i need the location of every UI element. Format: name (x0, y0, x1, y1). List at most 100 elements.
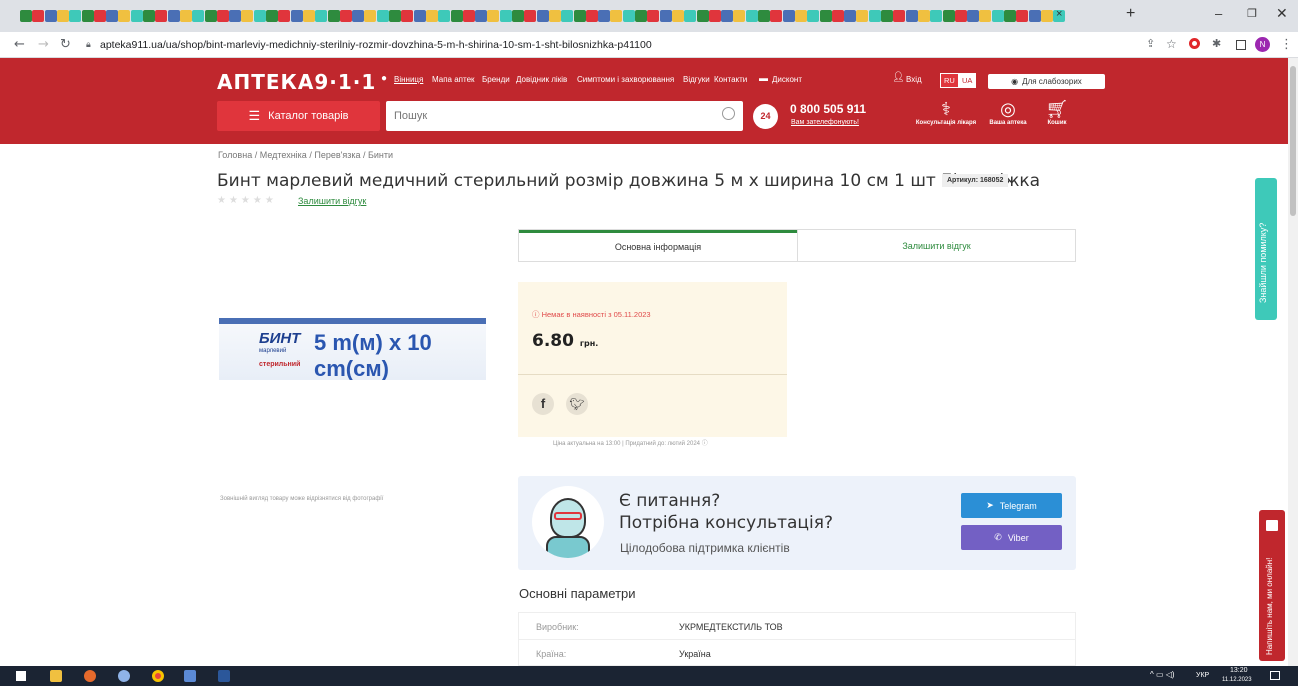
browser-tab-favicon[interactable] (524, 10, 537, 22)
viber-button[interactable]: ✆ Viber (961, 525, 1062, 550)
doctor-consult-link[interactable]: ⚕ Консультація лікаря (913, 99, 979, 126)
breadcrumb-bandages[interactable]: Бинти (368, 150, 393, 160)
nav-discount[interactable]: Дисконт (772, 75, 802, 84)
browser-tab-favicon[interactable] (881, 10, 893, 22)
browser-tab-favicon[interactable] (278, 10, 291, 22)
tray-lang[interactable]: УКР (1196, 672, 1209, 679)
browser-tab-favicon[interactable] (143, 10, 155, 22)
browser-tab-favicon[interactable] (266, 10, 278, 22)
browser-tab-favicon[interactable] (770, 10, 783, 22)
twitter-icon[interactable]: 🐦︎ (566, 393, 588, 415)
reload-icon[interactable]: ↻ (60, 37, 71, 52)
nav-brands[interactable]: Бренди (482, 75, 510, 84)
tray-time[interactable]: 13:20 (1230, 667, 1248, 674)
back-icon[interactable]: ← (14, 37, 25, 52)
telegram-button[interactable]: ➤ Telegram (961, 493, 1062, 518)
browser-tab-favicon[interactable] (1004, 10, 1016, 22)
browser-tab-favicon[interactable] (782, 10, 795, 22)
browser-tab-favicon[interactable] (991, 10, 1004, 22)
product-image[interactable]: БИНТ марлевий стерильний 5 m(м) x 10 cm(… (219, 318, 486, 380)
pharmacy-link[interactable]: ◎ Ваша аптека (986, 99, 1030, 126)
leave-review-link[interactable]: Залишити відгук (298, 196, 366, 206)
browser-tab-favicon[interactable] (598, 10, 611, 22)
browser-tab-favicon[interactable] (585, 10, 598, 22)
browser-tab-favicon[interactable] (32, 10, 45, 22)
facebook-icon[interactable]: f (532, 393, 554, 415)
word-icon[interactable] (218, 670, 230, 682)
chrome-icon[interactable] (152, 670, 164, 682)
browser-tab-favicon[interactable] (548, 10, 561, 22)
browser-tab-favicon[interactable] (696, 10, 709, 22)
browser-tab-favicon[interactable] (81, 10, 94, 22)
browser-tab-favicon[interactable] (93, 10, 106, 22)
accessibility-button[interactable]: ◉ Для слабозорих (988, 74, 1105, 89)
new-tab-button[interactable]: + (1126, 5, 1135, 23)
nav-drug-directory[interactable]: Довідник ліків (516, 75, 567, 84)
share-icon[interactable]: ⇪ (1146, 37, 1155, 50)
extensions-icon[interactable]: ✱ (1212, 37, 1221, 50)
browser-tab-favicon[interactable] (979, 10, 992, 22)
forward-icon[interactable]: → (38, 37, 49, 52)
cart-link[interactable]: 🛒︎ Кошик (1042, 99, 1072, 126)
report-error-widget[interactable]: Знайшли помилку? (1255, 178, 1277, 320)
close-window-icon[interactable]: ✕ (1276, 5, 1288, 22)
phone-number[interactable]: 0 800 505 911 (790, 102, 866, 116)
browser-tab-favicon[interactable] (413, 10, 426, 22)
browser-tab-favicon[interactable] (56, 10, 69, 22)
browser-tab-favicon[interactable] (118, 10, 131, 22)
browser-tab-favicon[interactable] (758, 10, 770, 22)
save-app-icon[interactable] (184, 670, 196, 682)
browser-tab-favicon[interactable] (647, 10, 660, 22)
browser-tab-favicon[interactable] (425, 10, 438, 22)
browser-tab-favicon[interactable] (684, 10, 697, 22)
browser-tab-favicon[interactable] (389, 10, 401, 22)
browser-tab-favicon[interactable] (856, 10, 869, 22)
browser-tab-favicon[interactable] (241, 10, 254, 22)
browser-tab-favicon[interactable] (44, 10, 57, 22)
file-explorer-icon[interactable] (50, 670, 62, 682)
browser-tab-favicon[interactable] (635, 10, 647, 22)
scrollbar-thumb[interactable] (1290, 66, 1296, 216)
browser-tab-favicon[interactable] (1040, 10, 1053, 22)
browser-tab-favicon[interactable] (733, 10, 746, 22)
browser-tab-favicon[interactable] (917, 10, 930, 22)
search-icon[interactable] (722, 107, 735, 120)
page-scrollbar[interactable] (1288, 58, 1298, 666)
browser-tab-favicon[interactable] (204, 10, 217, 22)
browser-tab-favicon[interactable] (155, 10, 168, 22)
minimize-window-icon[interactable]: – (1215, 6, 1222, 21)
browser-tab-favicon[interactable] (954, 10, 967, 22)
browser-tab-favicon[interactable] (315, 10, 328, 22)
start-icon[interactable] (16, 671, 26, 681)
tray-date[interactable]: 11.12.2023 (1222, 677, 1252, 683)
browser-tab-favicon[interactable] (610, 10, 623, 22)
callback-link[interactable]: Вам зателефонують! (791, 119, 859, 126)
browser-tab-favicon[interactable] (106, 10, 119, 22)
sidepanel-icon[interactable] (1236, 40, 1246, 50)
browser-tab-favicon[interactable] (794, 10, 807, 22)
nav-map[interactable]: Мапа аптек (432, 75, 475, 84)
browser-tab-favicon[interactable] (942, 10, 955, 22)
browser-tab-favicon[interactable] (20, 10, 32, 22)
site-logo[interactable]: АПТЕКА9·1·1 (217, 70, 376, 94)
browser-tab-favicon[interactable] (192, 10, 205, 22)
menu-dots-icon[interactable]: ⋮ (1280, 37, 1293, 52)
nav-contacts[interactable]: Контакти (714, 75, 747, 84)
bookmark-star-icon[interactable]: ☆ (1166, 37, 1177, 51)
opera-icon[interactable] (1189, 38, 1200, 49)
breadcrumb-dressing[interactable]: Перев'язка (314, 150, 360, 160)
browser-tab-favicon[interactable] (721, 10, 734, 22)
login-link[interactable]: Вхід (906, 75, 922, 84)
browser-tab-favicon[interactable] (475, 10, 488, 22)
breadcrumb-medtech[interactable]: Медтехніка (260, 150, 307, 160)
nav-symptoms[interactable]: Симптоми і захворювання (577, 75, 674, 84)
tray-icons[interactable]: ^ ▭ ◁) (1150, 670, 1175, 679)
browser-tab-favicon[interactable] (708, 10, 721, 22)
browser-tab-favicon[interactable] (671, 10, 684, 22)
browser-tab-favicon[interactable] (807, 10, 820, 22)
browser-tab-favicon[interactable] (401, 10, 414, 22)
browser-tab-favicon[interactable] (622, 10, 635, 22)
lang-ua-button[interactable]: UA (958, 73, 977, 88)
browser-tab-favicon[interactable] (229, 10, 242, 22)
browser-tab-favicon[interactable] (179, 10, 192, 22)
